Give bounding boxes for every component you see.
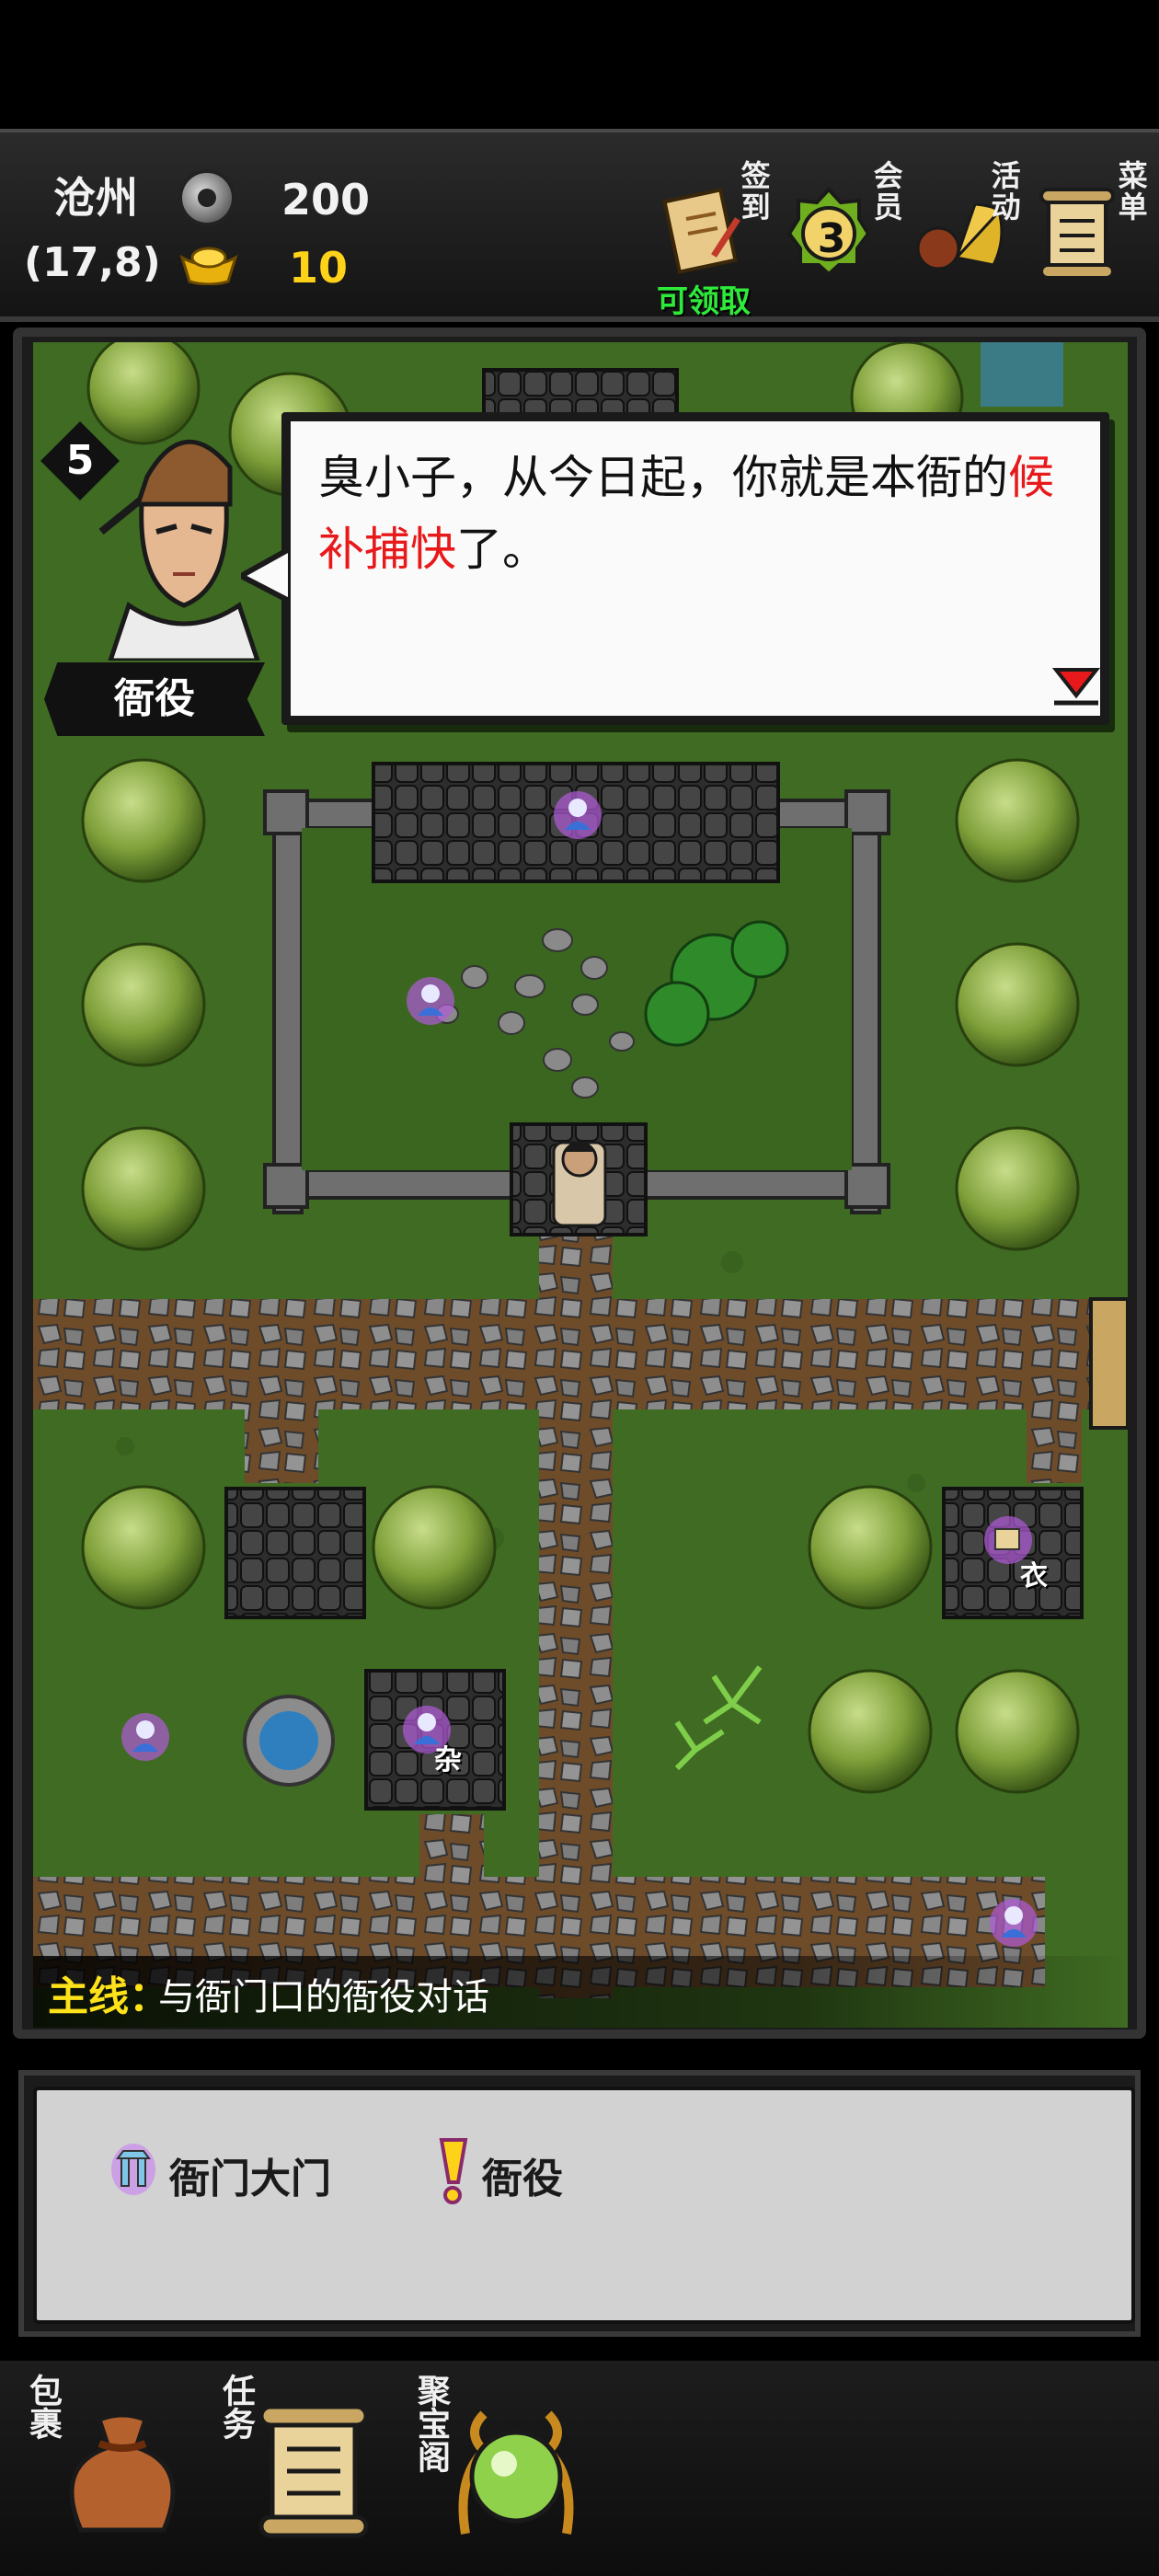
dialogue-continue-icon[interactable] bbox=[1049, 662, 1104, 708]
clothes-shop-label: 衣 bbox=[1020, 1560, 1048, 1593]
main-quest-text: 与衙门口的衙役对话 bbox=[158, 1976, 489, 2018]
info-item-officer[interactable]: 衙役 bbox=[432, 2136, 635, 2204]
npc-marker-icon[interactable] bbox=[554, 791, 602, 839]
info-officer-label: 衙役 bbox=[482, 2156, 563, 2202]
treasure-pavilion-label: 聚宝阁 bbox=[412, 2374, 450, 2473]
sign-in-button[interactable]: 签到 可领取 bbox=[657, 160, 787, 320]
location-name: 沧州 bbox=[53, 173, 138, 223]
npc-marker-icon[interactable] bbox=[121, 1713, 169, 1761]
event-label: 活动 bbox=[986, 160, 1022, 223]
gold-amount: 10 bbox=[289, 243, 349, 293]
info-item-gate[interactable]: 衙门大门 bbox=[110, 2136, 377, 2202]
dialogue-tail bbox=[241, 545, 291, 605]
claimable-badge: 可领取 bbox=[657, 283, 751, 320]
dialogue-text-part1: 臭小子，从今日起，你就是本衙的 bbox=[318, 451, 1008, 504]
bag-button[interactable]: 包裹 bbox=[24, 2374, 182, 2558]
npc-marker-icon[interactable] bbox=[990, 1899, 1038, 1947]
top-hud: 沧州 (17,8) 200 10 签到 可领取 3 会员 活动 菜单 bbox=[0, 129, 1159, 322]
status-bar bbox=[0, 0, 1159, 129]
dialogue-text-part2: 了。 bbox=[456, 523, 548, 576]
bag-icon bbox=[69, 2412, 176, 2533]
bottom-bar: 包裹 任务 聚宝阁 bbox=[0, 2361, 1159, 2576]
treasure-orb-icon bbox=[458, 2410, 574, 2535]
npc-name-label: 衙役 bbox=[44, 662, 265, 736]
menu-button[interactable]: 菜单 bbox=[1038, 160, 1157, 298]
npc-marker-icon[interactable] bbox=[407, 977, 454, 1025]
menu-label: 菜单 bbox=[1113, 160, 1149, 223]
treasure-pavilion-button[interactable]: 聚宝阁 bbox=[412, 2374, 580, 2558]
menu-scroll-icon bbox=[1039, 188, 1115, 280]
quest-label: 任务 bbox=[217, 2374, 255, 2440]
silver-amount: 200 bbox=[281, 175, 371, 224]
location-coords: (17,8) bbox=[24, 239, 161, 286]
sign-in-label: 签到 bbox=[736, 160, 772, 223]
gate-icon bbox=[111, 2144, 155, 2195]
misc-shop-label: 杂 bbox=[434, 1744, 462, 1777]
info-gate-label: 衙门大门 bbox=[169, 2156, 331, 2202]
silver-coin-icon bbox=[182, 173, 232, 223]
dialogue-text: 臭小子，从今日起，你就是本衙的候补捕快了。 bbox=[318, 442, 1091, 585]
vip-level: 3 bbox=[817, 215, 846, 262]
vip-button[interactable]: 3 会员 bbox=[787, 160, 907, 298]
exclamation-icon bbox=[439, 2138, 468, 2204]
event-button[interactable]: 活动 bbox=[911, 160, 1030, 298]
player-character-icon[interactable] bbox=[552, 1141, 607, 1227]
quest-scroll-icon bbox=[258, 2404, 369, 2538]
dialogue-box[interactable]: 臭小子，从今日起，你就是本衙的候补捕快了。 bbox=[281, 412, 1109, 725]
vip-label: 会员 bbox=[868, 160, 904, 223]
gold-ingot-icon bbox=[179, 247, 238, 285]
npc-portrait bbox=[98, 440, 260, 661]
scroll-sign-in-icon bbox=[662, 188, 740, 274]
info-panel: 衙门大门 衙役 bbox=[33, 2087, 1135, 2324]
main-quest-label: 主线： bbox=[48, 1973, 169, 2020]
main-quest-bar[interactable]: 主线： 与衙门口的衙役对话 bbox=[33, 1956, 1128, 2028]
quest-button[interactable]: 任务 bbox=[217, 2374, 375, 2558]
